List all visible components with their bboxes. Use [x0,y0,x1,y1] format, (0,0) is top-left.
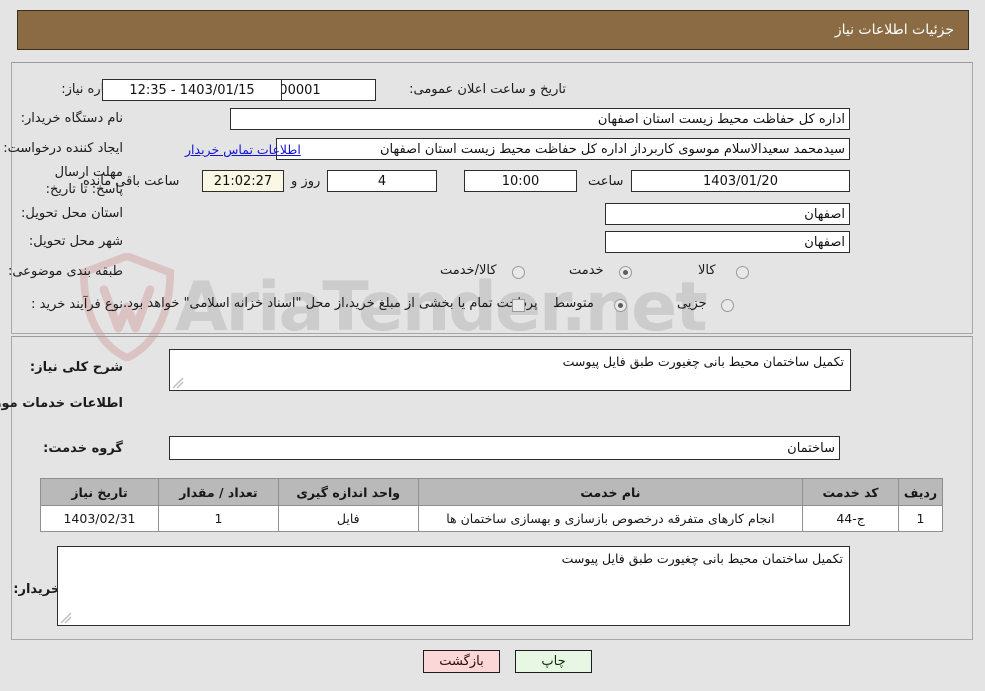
deadline-date-value[interactable]: 1403/01/20 [632,170,851,192]
cell-row: 1 [899,505,944,532]
buyer-org-label: نام دستگاه خریدار: [21,111,124,126]
treasury-checkbox[interactable] [513,299,526,312]
resize-grip-icon[interactable] [61,612,73,624]
category-radio-kala-khedmat[interactable] [513,266,526,279]
service-group-value[interactable]: ساختمان [170,436,841,460]
cell-code: ج-44 [803,505,901,532]
cell-unit: فایل [278,505,420,532]
remaining-hours-label: ساعت باقی مانده [84,174,181,189]
cell-need-date: 1403/02/31 [41,505,160,532]
services-table: ردیف کد خدمت نام خدمت واحد اندازه گیری ت… [41,478,944,532]
cell-name: انجام کارهای متفرقه درخصوص بازسازی و بهس… [418,505,805,532]
category-radio-kala[interactable] [737,266,750,279]
page-title-bar: جزئیات اطلاعات نیاز [18,10,970,50]
col-need-date: تاریخ نیاز [41,478,160,506]
delivery-city-label: شهر محل تحویل: [29,234,124,249]
general-desc-textarea[interactable]: تکمیل ساختمان محیط بانی چغیورت طبق فایل … [170,349,852,391]
col-row: ردیف [899,478,944,506]
buyer-contact-link[interactable]: اطلاعات تماس خریدار [186,142,302,157]
back-button[interactable]: بازگشت [424,650,501,673]
announce-datetime-value[interactable]: 1403/01/15 - 12:35 [103,79,283,101]
col-name: نام خدمت [418,478,805,506]
hour-value[interactable]: 10:00 [465,170,578,192]
announce-datetime-label: تاریخ و ساعت اعلان عمومی: [410,82,567,97]
general-desc-label: شرح کلی نیاز: [30,360,124,375]
table-row: 1 ج-44 انجام کارهای متفرقه درخصوص بازساز… [41,505,944,532]
days-and-label: روز و [292,174,322,189]
requester-label: ایجاد کننده درخواست: [4,141,124,156]
days-remaining-value[interactable]: 4 [328,170,438,192]
buyer-notes-textarea[interactable]: تکمیل ساختمان محیط بانی چغیورت طبق فایل … [58,546,851,626]
purchase-type-label: نوع فرآیند خرید : [32,297,124,312]
requester-value[interactable]: سیدمحمد سعیدالاسلام موسوی کاربرداز اداره… [277,138,851,160]
purchase-type-radio-jozei[interactable] [722,299,735,312]
buyer-org-value[interactable]: اداره کل حفاظت محیط زیست استان اصفهان [231,108,851,130]
general-desc-value: تکمیل ساختمان محیط بانی چغیورت طبق فایل … [563,354,845,369]
countdown-value: 21:02:27 [203,170,285,192]
col-code: کد خدمت [803,478,901,506]
category-option-kala-khedmat: کالا/خدمت [441,263,498,278]
delivery-province-label: استان محل تحویل: [22,206,124,221]
category-label: طبقه بندی موضوعی: [8,264,124,279]
purchase-type-radio-motevaset[interactable] [615,299,628,312]
delivery-city-value[interactable]: اصفهان [606,231,851,253]
services-section-title: اطلاعات خدمات مورد نیاز [0,396,124,411]
delivery-province-value[interactable]: اصفهان [606,203,851,225]
col-qty: تعداد / مقدار [158,478,280,506]
category-option-kala: کالا [699,263,717,278]
category-option-khedmat: خدمت [570,263,605,278]
category-radio-khedmat[interactable] [620,266,633,279]
summary-panel [12,62,974,334]
service-group-label: گروه خدمت: [44,441,124,456]
purchase-type-option-jozei: جزیی [678,296,708,311]
col-unit: واحد اندازه گیری [278,478,420,506]
treasury-note: پرداخت تمام یا بخشی از مبلغ خرید،از محل … [124,296,539,311]
buyer-notes-value: تکمیل ساختمان محیط بانی چغیورت طبق فایل … [562,551,844,566]
hour-label: ساعت [589,174,625,189]
resize-grip-icon[interactable] [173,377,185,389]
cell-qty: 1 [158,505,280,532]
need-details-page: AriaTender.net جزئیات اطلاعات نیاز شماره… [0,0,985,691]
table-header-row: ردیف کد خدمت نام خدمت واحد اندازه گیری ت… [41,478,944,506]
print-button[interactable]: چاپ [516,650,593,673]
page-title: جزئیات اطلاعات نیاز [835,22,955,38]
purchase-type-option-motevaset: متوسط [554,296,595,311]
